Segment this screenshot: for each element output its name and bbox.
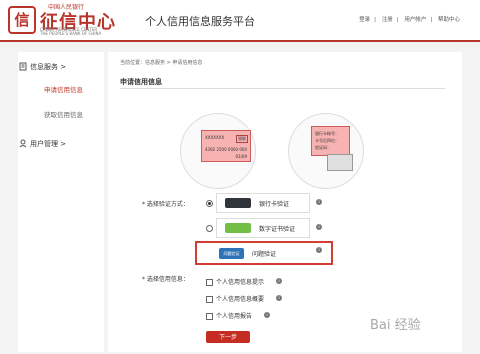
credit-center-logo: 信 [8, 6, 36, 34]
link-separator: | [374, 17, 376, 23]
document-icon [19, 62, 27, 71]
verification-method-label: * 选择验证方式： [142, 201, 189, 208]
credit-report-info-icon[interactable]: i [264, 312, 270, 318]
section-divider [120, 88, 445, 89]
sidebar-item-get-credit-info[interactable]: 获取信用信息 [44, 109, 83, 119]
online-verification-illustration: 银行卡帐号： 卡号后四位： 验证码： [288, 113, 364, 189]
top-links: 登录 | 注册 | 用户帐户 | 帮助中心 [357, 15, 462, 23]
credit-report-label: 个人信用报告 [216, 313, 253, 320]
question-verification-option-label: 问题验证 [252, 251, 277, 258]
card-brand-text: 银联 [236, 135, 248, 143]
digital-certificate-option-label: 数字证书验证 [259, 226, 296, 233]
form-window: 银行卡帐号： 卡号后四位： 验证码： [311, 126, 350, 156]
bank-card-info-icon[interactable]: i [316, 199, 322, 205]
breadcrumb: 当前位置：信息服务 > 申请信用信息 [120, 60, 203, 66]
bank-card-radio[interactable] [206, 200, 213, 207]
question-verification-icon: 问题验证 [219, 248, 244, 259]
login-link[interactable]: 登录 [359, 17, 370, 23]
next-button[interactable]: 下一步 [206, 331, 250, 343]
link-separator: | [430, 17, 433, 23]
sidebar-item-apply-credit-info[interactable]: 申请信用信息 [44, 84, 83, 94]
credit-info-summary-info-icon[interactable]: i [276, 295, 282, 301]
watermark: Bai 经验 [370, 318, 421, 333]
main-content: 当前位置：信息服务 > 申请信用信息 申请信用信息 XXXXXXX 银联 439… [108, 52, 462, 352]
sidebar-group-user-management[interactable]: 用户管理 > [30, 139, 66, 149]
bank-card-sample: XXXXXXX 银联 4392 2500 0000 000 01/09 [201, 130, 251, 162]
form-line-3: 验证码： [315, 145, 331, 150]
credit-info-prompt-label: 个人信用信息提示 [216, 279, 265, 286]
sidebar-group-information-service[interactable]: 信息服务 > [30, 62, 66, 72]
form-line-2: 卡号后四位： [315, 138, 339, 143]
page-title: 申请信用信息 [120, 78, 162, 86]
question-verification-info-icon[interactable]: i [316, 247, 322, 253]
credit-info-prompt-info-icon[interactable]: i [276, 278, 282, 284]
sidebar: 信息服务 > 申请信用信息 获取信用信息 用户管理 > [18, 52, 104, 352]
bank-card-option-label: 银行卡验证 [259, 201, 290, 208]
site-title: 个人信用信息服务平台 [145, 15, 255, 28]
logo-english-line-2: THE PEOPLE'S BANK OF CHINA [40, 31, 102, 36]
card-number-text: 4392 2500 0000 000 [205, 147, 247, 152]
question-verification-option[interactable]: 问题验证 问题验证 [195, 241, 333, 265]
help-center-link[interactable]: 帮助中心 [438, 17, 460, 23]
user-account-link[interactable]: 用户帐户 [404, 17, 426, 23]
card-mini [327, 154, 353, 171]
digital-certificate-option[interactable]: 数字证书验证 [216, 218, 310, 238]
card-issuer-text: XXXXXXX [205, 135, 225, 140]
card-expiry-text: 01/09 [235, 154, 247, 159]
credit-info-prompt-checkbox[interactable] [206, 279, 213, 286]
bank-card-option[interactable]: 银行卡验证 [216, 193, 310, 213]
credit-info-label: * 选择信用信息： [142, 276, 189, 283]
link-separator: | [396, 17, 399, 23]
credit-info-summary-label: 个人信用信息概要 [216, 296, 265, 303]
digital-certificate-radio[interactable] [206, 225, 213, 232]
credit-info-summary-checkbox[interactable] [206, 296, 213, 303]
bank-card-icon [225, 198, 251, 208]
credit-report-checkbox[interactable] [206, 313, 213, 320]
user-icon [19, 139, 27, 148]
form-line-1: 银行卡帐号： [315, 131, 339, 136]
bank-card-illustration: XXXXXXX 银联 4392 2500 0000 000 01/09 [180, 113, 256, 189]
register-link[interactable]: 注册 [382, 17, 393, 23]
digital-certificate-info-icon[interactable]: i [316, 224, 322, 230]
site-header: 信 中国人民银行 征信中心 CREDIT REFERENCE CENTER TH… [0, 0, 480, 42]
digital-certificate-icon [225, 223, 251, 233]
